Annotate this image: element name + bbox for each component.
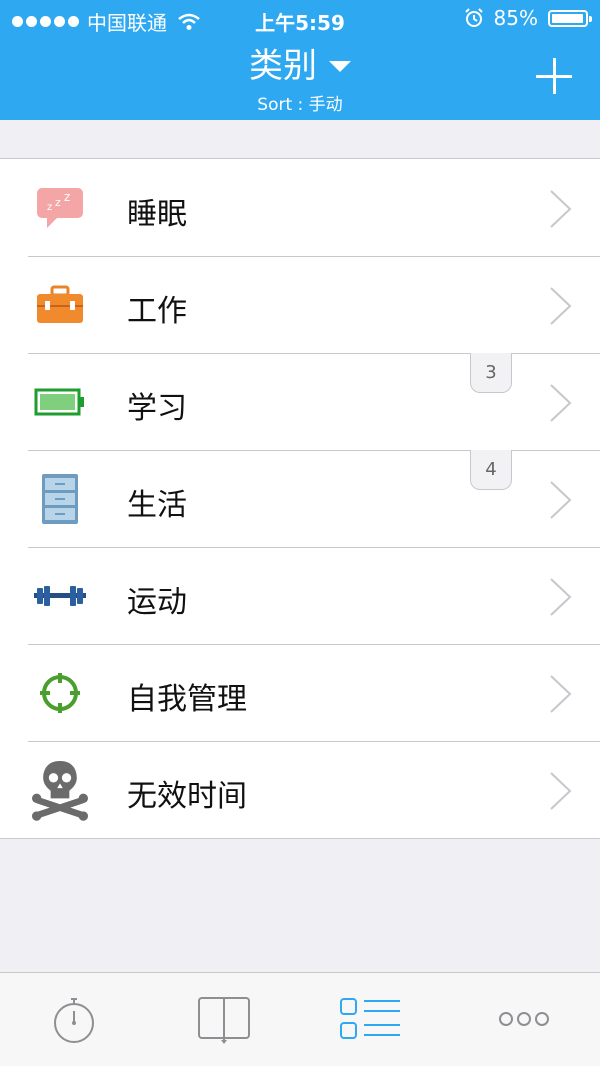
category-label: 运动: [127, 585, 187, 620]
chevron-right-icon: [550, 190, 572, 228]
category-row-self-management[interactable]: 自我管理: [0, 644, 600, 741]
chevron-right-icon: [550, 675, 572, 713]
category-label: 自我管理: [127, 682, 247, 717]
category-row-study[interactable]: 3 学习: [0, 353, 600, 450]
category-label: 无效时间: [127, 779, 247, 814]
category-row-work[interactable]: 工作: [0, 256, 600, 353]
caret-down-icon: [329, 60, 351, 72]
category-label: 生活: [127, 488, 187, 523]
sleep-zzz-icon: z z z: [32, 183, 88, 233]
stopwatch-icon: [54, 998, 94, 1043]
tab-timer[interactable]: [42, 991, 106, 1047]
category-row-sport[interactable]: 运动: [0, 547, 600, 644]
add-category-button[interactable]: [536, 58, 572, 94]
status-right: 85%: [464, 6, 592, 30]
category-row-life[interactable]: 4 生活: [0, 450, 600, 547]
target-icon: [32, 668, 88, 718]
chevron-right-icon: [550, 772, 572, 810]
category-label: 睡眠: [127, 197, 187, 232]
dumbbell-icon: [32, 571, 88, 621]
svg-text:z: z: [47, 202, 52, 213]
cabinet-icon: [32, 474, 88, 524]
header: 中国联通 上午5:59 85% 类别 Sort : 手动: [0, 0, 600, 120]
title-area: 类别 Sort : 手动: [0, 46, 600, 115]
chevron-right-icon: [550, 481, 572, 519]
battery-percent: 85%: [493, 6, 538, 30]
alarm-icon: [464, 8, 483, 27]
page-title: 类别: [249, 46, 317, 86]
chevron-right-icon: [550, 384, 572, 422]
category-label: 工作: [127, 294, 187, 329]
count-badge: 4: [470, 450, 512, 490]
tab-more[interactable]: [492, 991, 556, 1047]
battery-icon: [548, 9, 592, 27]
category-list: z z z 睡眠 工作 3 学习 4 生活 运动 自我管理 无效时间: [0, 158, 600, 839]
tab-records[interactable]: [192, 991, 256, 1047]
category-row-wasted-time[interactable]: 无效时间: [0, 741, 600, 838]
skull-crossbones-icon: [32, 757, 88, 821]
chevron-right-icon: [550, 578, 572, 616]
category-sort-dropdown[interactable]: 类别: [249, 46, 351, 86]
category-label: 学习: [127, 391, 187, 426]
more-icon: [499, 1012, 549, 1026]
battery-icon: [32, 377, 88, 427]
tab-bar: [0, 972, 600, 1066]
briefcase-icon: [32, 280, 88, 330]
svg-text:z: z: [55, 196, 61, 209]
tab-categories[interactable]: [338, 991, 402, 1047]
book-icon: [198, 997, 250, 1044]
svg-text:z: z: [64, 190, 70, 204]
chevron-right-icon: [550, 287, 572, 325]
category-row-sleep[interactable]: z z z 睡眠: [0, 159, 600, 256]
count-badge: 3: [470, 353, 512, 393]
sort-mode-label: Sort : 手动: [257, 95, 343, 115]
status-bar: 中国联通 上午5:59 85%: [0, 0, 600, 40]
list-icon: [340, 998, 400, 1039]
